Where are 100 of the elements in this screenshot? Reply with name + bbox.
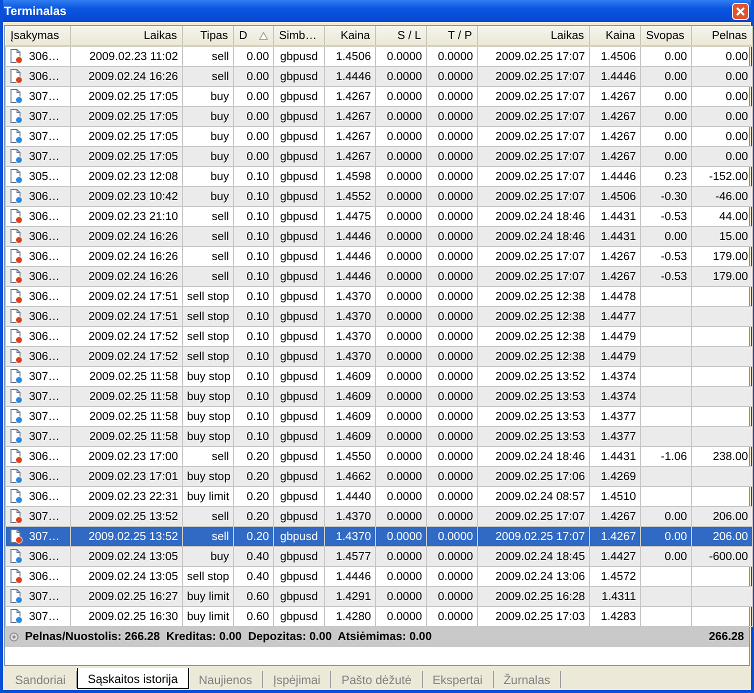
table-cell: buy — [182, 546, 234, 566]
table-cell: buy — [182, 186, 234, 206]
table-cell: sell stop — [182, 306, 234, 326]
window-title: Terminalas — [3, 4, 66, 18]
table-cell: 1.4291 — [324, 586, 376, 606]
order-number: 305… — [29, 170, 60, 182]
document-icon — [10, 309, 23, 324]
table-cell: 2009.02.24 16:26 — [70, 66, 182, 86]
table-row[interactable]: 307… 2009.02.25 17:05 buy 0.00 gbpusd 1.4267 0.0000 0.0000 2009.02.25 17:07 1.4267 0.00 0.00 — [6, 106, 752, 126]
document-icon — [10, 609, 23, 624]
close-button[interactable] — [732, 2, 749, 20]
table-cell: gbpusd — [274, 226, 324, 246]
table-cell: 0.0000 — [376, 506, 426, 526]
table-row[interactable]: 306… 2009.02.24 17:52 sell stop 0.10 gbpusd 1.4370 0.0000 0.0000 2009.02.25 12:38 1.4479 — [6, 346, 752, 366]
order-number: 307… — [29, 430, 60, 442]
table-cell: 2009.02.25 13:52 — [70, 526, 182, 546]
table-cell: gbpusd — [274, 146, 324, 166]
table-cell: 0.0000 — [426, 266, 478, 286]
column-header[interactable]: Laikas — [478, 26, 590, 46]
table-cell: 0.0000 — [426, 386, 478, 406]
column-header[interactable]: Kaina — [324, 26, 376, 46]
table-cell: 1.4609 — [324, 426, 376, 446]
column-header[interactable]: Kaina — [590, 26, 640, 46]
table-cell: 2009.02.25 17:07 — [478, 186, 590, 206]
order-number: 306… — [29, 270, 60, 282]
table-row[interactable]: 307… 2009.02.25 13:52 sell 0.20 gbpusd 1.4370 0.0000 0.0000 2009.02.25 17:07 1.4267 0.00 206.00 — [6, 506, 752, 526]
document-icon — [10, 129, 23, 144]
table-cell: buy — [182, 146, 234, 166]
sort-icon — [259, 32, 268, 40]
table-row[interactable]: 306… 2009.02.24 17:51 sell stop 0.10 gbpusd 1.4370 0.0000 0.0000 2009.02.25 12:38 1.4477 — [6, 306, 752, 326]
table-row[interactable]: 306… 2009.02.24 16:26 sell 0.10 gbpusd 1.4446 0.0000 0.0000 2009.02.24 18:46 1.4431 0.00 15.00 — [6, 226, 752, 246]
table-row[interactable]: 306… 2009.02.24 16:26 sell 0.00 gbpusd 1.4446 0.0000 0.0000 2009.02.25 17:07 1.4446 0.00 0.00 — [6, 66, 752, 86]
table-cell: gbpusd — [274, 66, 324, 86]
table-cell: 0.0000 — [426, 146, 478, 166]
column-header[interactable]: Svopas — [640, 26, 692, 46]
table-cell: 1.4609 — [324, 386, 376, 406]
column-header[interactable]: Laikas — [70, 26, 182, 46]
table-cell: 15.00 — [692, 226, 752, 246]
table-row[interactable]: 307… 2009.02.25 17:05 buy 0.00 gbpusd 1.4267 0.0000 0.0000 2009.02.25 17:07 1.4267 0.00 0.00 — [6, 146, 752, 166]
column-header[interactable]: T / P — [426, 26, 478, 46]
table-cell: 0.10 — [234, 386, 274, 406]
table-cell: 1.4267 — [324, 106, 376, 126]
order-number: 307… — [29, 90, 60, 102]
table-cell: 2009.02.24 18:46 — [478, 226, 590, 246]
order-number: 306… — [29, 310, 60, 322]
column-header[interactable]: Simb… — [274, 26, 324, 46]
table-cell: 1.4479 — [590, 346, 640, 366]
table-cell: buy stop — [182, 466, 234, 486]
table-cell: 1.4577 — [324, 546, 376, 566]
table-cell: 1.4446 — [324, 226, 376, 246]
table-row[interactable]: 307… 2009.02.25 16:27 buy limit 0.60 gbpusd 1.4291 0.0000 0.0000 2009.02.25 16:28 1.4311 — [6, 586, 752, 606]
table-cell: 179.00 — [692, 266, 752, 286]
table-cell: 2009.02.25 13:53 — [478, 426, 590, 446]
table-cell: 1.4506 — [590, 186, 640, 206]
table-cell: buy stop — [182, 386, 234, 406]
table-cell: 2009.02.25 17:07 — [478, 106, 590, 126]
table-row[interactable]: 307… 2009.02.25 13:52 sell 0.20 gbpusd 1.4370 0.0000 0.0000 2009.02.25 17:07 1.4267 0.00 206.00 — [6, 526, 752, 546]
table-cell: 0.00 — [640, 546, 692, 566]
document-icon — [10, 229, 23, 244]
table-cell: 1.4446 — [324, 66, 376, 86]
table-cell: 1.4446 — [324, 266, 376, 286]
order-number: 307… — [29, 370, 60, 382]
table-row[interactable]: 306… 2009.02.23 17:01 buy stop 0.20 gbpusd 1.4662 0.0000 0.0000 2009.02.25 17:06 1.4269 — [6, 466, 752, 486]
document-icon — [10, 469, 23, 484]
table-cell: 0.00 — [692, 146, 752, 166]
table-cell: -46.00 — [692, 186, 752, 206]
order-number: 306… — [29, 250, 60, 262]
table-cell: gbpusd — [274, 106, 324, 126]
table-row[interactable]: 307… 2009.02.25 11:58 buy stop 0.10 gbpusd 1.4609 0.0000 0.0000 2009.02.25 13:53 1.4377 — [6, 426, 752, 446]
summary-total: 266.28 — [708, 631, 744, 643]
table-row[interactable]: 306… 2009.02.24 16:26 sell 0.10 gbpusd 1.4446 0.0000 0.0000 2009.02.25 17:07 1.4267 -0.53 179.00 — [6, 266, 752, 286]
order-number: 307… — [29, 110, 60, 122]
table-cell: -0.53 — [640, 266, 692, 286]
table-cell: 0.10 — [234, 346, 274, 366]
document-icon — [10, 369, 23, 384]
table-cell: 0.0000 — [426, 106, 478, 126]
table-cell: 0.0000 — [376, 426, 426, 446]
document-icon — [10, 189, 23, 204]
tab[interactable]: Sąskaitos istorija — [76, 668, 189, 689]
document-icon — [10, 149, 23, 164]
table-cell: 0.0000 — [376, 386, 426, 406]
table-row[interactable]: 307… 2009.02.25 11:58 buy stop 0.10 gbpusd 1.4609 0.0000 0.0000 2009.02.25 13:53 1.4374 — [6, 386, 752, 406]
column-header[interactable]: Įsakymas — [6, 26, 70, 46]
table-cell: sell — [182, 506, 234, 526]
table-cell: gbpusd — [274, 306, 324, 326]
column-header[interactable]: Pelnas — [692, 26, 752, 46]
column-header[interactable]: Tipas — [182, 26, 234, 46]
table-cell: 1.4374 — [590, 386, 640, 406]
column-header[interactable]: S / L — [376, 26, 426, 46]
table-row[interactable]: 306… 2009.02.23 10:42 buy 0.10 gbpusd 1.4552 0.0000 0.0000 2009.02.25 17:07 1.4506 -0.30 -46.00 — [6, 186, 752, 206]
table-cell: 1.4267 — [590, 506, 640, 526]
order-number: 307… — [29, 390, 60, 402]
table-cell: 2009.02.25 13:53 — [478, 386, 590, 406]
table-row[interactable]: 306… 2009.02.24 13:05 buy 0.40 gbpusd 1.4577 0.0000 0.0000 2009.02.24 18:45 1.4427 0.00 -600.00 — [6, 546, 752, 566]
document-icon — [10, 549, 23, 564]
order-number: 307… — [29, 130, 60, 142]
table-cell: 1.4267 — [590, 526, 640, 546]
table-cell: 1.4427 — [590, 546, 640, 566]
table-cell: 1.4370 — [324, 526, 376, 546]
column-header[interactable]: D — [234, 26, 274, 46]
